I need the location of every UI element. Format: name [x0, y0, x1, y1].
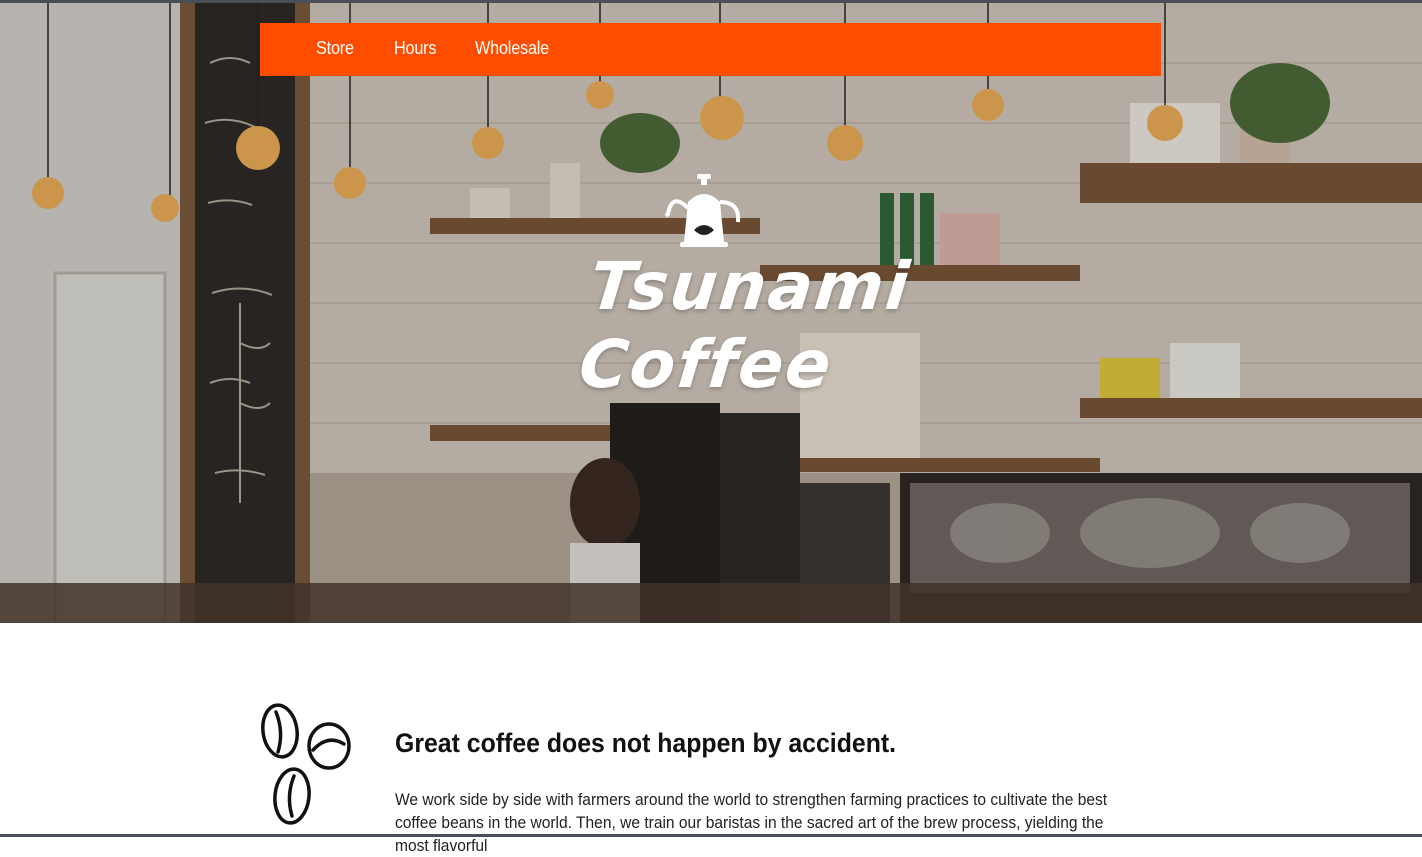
coffee-beans-icon: [261, 703, 351, 825]
intro-body: We work side by side with farmers around…: [395, 790, 1108, 855]
nav-link-store[interactable]: Store: [316, 38, 354, 59]
nav-link-hours[interactable]: Hours: [394, 38, 436, 59]
pour-over-kettle-icon: [664, 174, 741, 247]
brand-title: Tsunami Coffee: [576, 248, 915, 404]
intro-headline: Great coffee does not happen by accident…: [395, 728, 897, 758]
brand-title-line2: Coffee: [575, 326, 837, 403]
main-nav: Store Hours Wholesale: [260, 23, 1161, 76]
nav-link-wholesale[interactable]: Wholesale: [475, 38, 549, 59]
brand-title-line1: Tsunami: [586, 248, 915, 325]
